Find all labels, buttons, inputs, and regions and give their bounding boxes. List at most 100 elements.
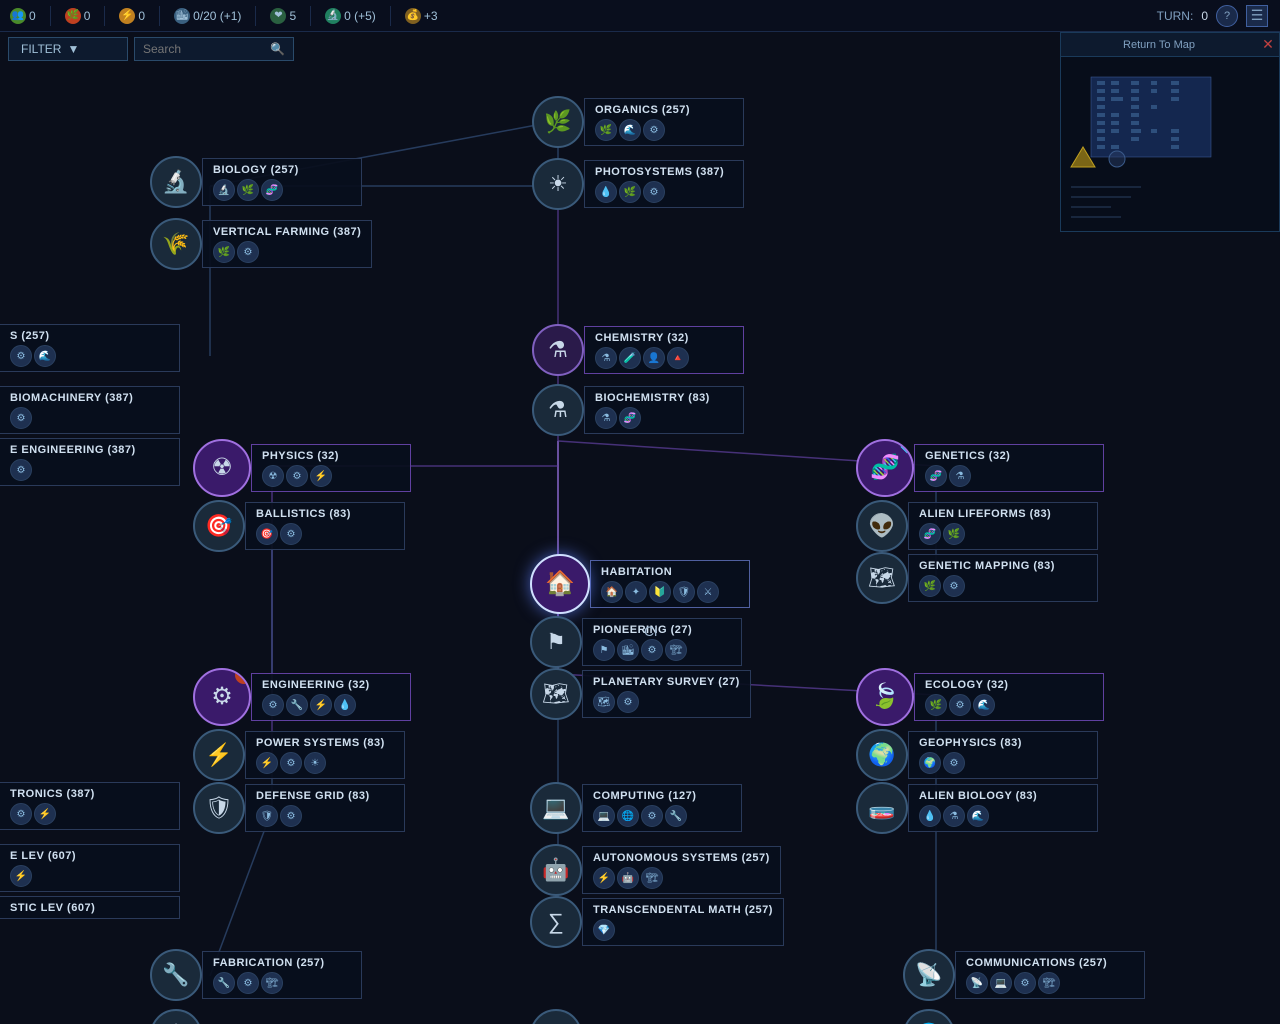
ballistics-icon: 🎯 [193, 500, 245, 552]
tech-pioneering[interactable]: ⚑ PIONEERING (27) ⚑ 🏙 ⚙ 🏗 [530, 616, 742, 668]
pioneering-title: PIONEERING (27) [593, 624, 731, 636]
left-node-s257[interactable]: S (257) ⚙ 🌊 [0, 324, 180, 372]
fabrication-sub-icons: 🔧 ⚙ 🏗 [213, 972, 351, 994]
alien-biology-title: ALIEN BIOLOGY (83) [919, 790, 1087, 802]
genetics-icon: 🧬 ◆ [856, 439, 914, 497]
defense-grid-title: DEFENSE GRID (83) [256, 790, 394, 802]
tech-photosystems[interactable]: ☀ PHOTOSYSTEMS (387) 💧 🌿 ⚙ [532, 158, 744, 210]
power-systems-label: POWER SYSTEMS (83) ⚡ ⚙ ☀ [245, 731, 405, 779]
tech-computing[interactable]: 💻 COMPUTING (127) 💻 🌐 ⚙ 🔧 [530, 782, 742, 834]
tech-biochemistry[interactable]: ⚗ BIOCHEMISTRY (83) ⚗ 🧬 [532, 384, 744, 436]
left-node-biomachinery[interactable]: BIOMACHINERY (387) ⚙ [0, 386, 180, 434]
tech-habitation[interactable]: 🏠 HABITATION 🏠 ✦ 🔰 🛡 ⚔ [530, 554, 750, 614]
autonomous-systems-title: AUTONOMOUS SYSTEMS (257) [593, 852, 770, 864]
photosystems-sub-icons: 💧 🌿 ⚙ [595, 181, 733, 203]
sub-icon: ⚡ [34, 803, 56, 825]
power-systems-icon: ⚡ [193, 729, 245, 781]
tech-ecology[interactable]: 🍃 ◆ ECOLOGY (32) 🌿 ⚙ 🌊 [856, 668, 1104, 726]
communications-label: COMMUNICATIONS (257) 📡 💻 ⚙ 🏗 [955, 951, 1145, 999]
ballistics-label: BALLISTICS (83) 🎯 ⚙ [245, 502, 405, 550]
physics-icon: ☢ [193, 439, 251, 497]
tech-alien-biology[interactable]: 🧫 ALIEN BIOLOGY (83) 💧 ⚗ 🌊 [856, 782, 1098, 834]
tech-alien-lifeforms[interactable]: 👽 ALIEN LIFEFORMS (83) 🧬 🌿 [856, 500, 1098, 552]
tech-organics[interactable]: 🌿 ORGANICS (257) 🌿 🌊 ⚙ [532, 96, 744, 148]
pop-value: 0 [29, 9, 36, 23]
influence-icon: 🏙 [174, 8, 190, 24]
resource-prod: ⚡ 0 [109, 8, 155, 24]
tech-civil-support[interactable]: 🏛 CIVIL SUPPORT (387) [150, 1009, 362, 1024]
menu-button[interactable]: ☰ [1246, 5, 1268, 27]
vertical-farming-sub-icons: 🌿 ⚙ [213, 241, 361, 263]
habitation-icon: 🏠 [530, 554, 590, 614]
search-input[interactable] [143, 42, 264, 56]
computing-title: COMPUTING (127) [593, 790, 731, 802]
top-bar: 👥 0 🌿 0 ⚡ 0 🏙 0/20 (+1) ❤ 5 🔬 0 (+5) 💰 +… [0, 0, 1280, 32]
tech-engineering[interactable]: ⚙ ▲ ENGINEERING (32) ⚙ 🔧 ⚡ 💧 [193, 668, 411, 726]
geophysics-sub-icons: 🌍 ⚙ [919, 752, 1087, 774]
resource-influence: 🏙 0/20 (+1) [164, 8, 251, 24]
autonomous-systems-sub-icons: ⚡ 🤖 🏗 [593, 867, 770, 889]
tech-biology[interactable]: 🔬 BIOLOGY (257) 🔬 🌿 🧬 [150, 156, 362, 208]
left-node-elev[interactable]: E LEV (607) ⚡ [0, 844, 180, 892]
minimap-close-button[interactable]: ✕ [1257, 33, 1279, 57]
alien-lifeforms-title: ALIEN LIFEFORMS (83) [919, 508, 1087, 520]
tech-geophysics[interactable]: 🌍 GEOPHYSICS (83) 🌍 ⚙ [856, 729, 1098, 781]
filter-chevron-icon: ▼ [67, 42, 79, 56]
ecology-badge: ◆ [900, 668, 914, 682]
tech-physics[interactable]: ☢ PHYSICS (32) ☢ ⚙ ⚡ [193, 439, 411, 497]
morale-icon: ❤ [270, 8, 286, 24]
defense-grid-sub-icons: 🛡 ⚙ [256, 805, 394, 827]
tech-fabrication[interactable]: 🔧 FABRICATION (257) 🔧 ⚙ 🏗 [150, 949, 362, 1001]
search-box[interactable]: 🔍 [134, 37, 294, 61]
transcendental-math-title: TRANSCENDENTAL MATH (257) [593, 904, 773, 916]
return-to-map-button[interactable]: Return To Map [1061, 33, 1257, 57]
science-value: 0 (+5) [344, 9, 376, 23]
tech-defense-grid[interactable]: 🛡 DEFENSE GRID (83) 🛡 ⚙ [193, 782, 405, 834]
planetary-survey-title: PLANETARY SURVEY (27) [593, 676, 740, 688]
geophysics-title: GEOPHYSICS (83) [919, 737, 1087, 749]
pioneering-label: PIONEERING (27) ⚑ 🏙 ⚙ 🏗 [582, 618, 742, 666]
tech-communications[interactable]: 📡 COMMUNICATIONS (257) 📡 💻 ⚙ 🏗 [903, 949, 1145, 1001]
physics-title: PHYSICS (32) [262, 450, 400, 462]
communications-icon: 📡 [903, 949, 955, 1001]
left-node-tronics[interactable]: TRONICS (387) ⚙ ⚡ [0, 782, 180, 830]
genetics-badge: ◆ [898, 439, 914, 455]
fabrication-icon: 🔧 [150, 949, 202, 1001]
help-button[interactable]: ? [1216, 5, 1238, 27]
left-node-eengineering[interactable]: E ENGINEERING (387) ⚙ [0, 438, 180, 486]
habitation-title: HABITATION [601, 566, 739, 578]
tech-orbital-networks[interactable]: 🌐 ORBITAL NETWORKS (387) [903, 1009, 1145, 1024]
tech-chemistry[interactable]: ⚗ CHEMISTRY (32) ⚗ 🧪 👤 🔺 [532, 324, 744, 376]
tech-planetary-survey[interactable]: 🗺 PLANETARY SURVEY (27) 🗺 ⚙ [530, 668, 751, 720]
minimap-content [1061, 57, 1279, 231]
tech-genetics[interactable]: 🧬 ◆ GENETICS (32) 🧬 ⚗ [856, 439, 1104, 497]
credits-value: +3 [424, 9, 438, 23]
left-node-sticlev[interactable]: STIC LEV (607) [0, 896, 180, 919]
filter-button[interactable]: FILTER ▼ [8, 37, 128, 61]
tech-transcendental-math[interactable]: ∑ TRANSCENDENTAL MATH (257) 💎 [530, 896, 784, 948]
tech-ballistics[interactable]: 🎯 BALLISTICS (83) 🎯 ⚙ [193, 500, 405, 552]
sub-icon: ⚙ [10, 345, 32, 367]
sub-icon: ⚙ [10, 803, 32, 825]
power-systems-sub-icons: ⚡ ⚙ ☀ [256, 752, 394, 774]
tech-power-systems[interactable]: ⚡ POWER SYSTEMS (83) ⚡ ⚙ ☀ [193, 729, 405, 781]
ballistics-sub-icons: 🎯 ⚙ [256, 523, 394, 545]
planetary-survey-icon: 🗺 [530, 668, 582, 720]
ecology-title: ECOLOGY (32) [925, 679, 1093, 691]
engineering-icon: ⚙ ▲ [193, 668, 251, 726]
engineering-title: ENGINEERING (32) [262, 679, 400, 691]
tech-vertical-farming[interactable]: 🌾 VERTICAL FARMING (387) 🌿 ⚙ [150, 218, 372, 270]
chemistry-sub-icons: ⚗ 🧪 👤 🔺 [595, 347, 733, 369]
autonomous-systems-icon: 🤖 [530, 844, 582, 896]
left-node-elev-icons: ⚡ [10, 865, 169, 887]
pioneering-sub-icons: ⚑ 🏙 ⚙ 🏗 [593, 639, 731, 661]
communications-sub-icons: 📡 💻 ⚙ 🏗 [966, 972, 1134, 994]
tech-artificial-intelligence[interactable]: 🧠 ARTIFICIAL INTELLIGENCE (257) [530, 1009, 792, 1024]
civil-support-icon: 🏛 [150, 1009, 202, 1024]
sub-icon: ⚙ [10, 459, 32, 481]
computing-sub-icons: 💻 🌐 ⚙ 🔧 [593, 805, 731, 827]
sub-icon: ⚡ [10, 865, 32, 887]
search-icon: 🔍 [270, 42, 285, 56]
tech-autonomous-systems[interactable]: 🤖 AUTONOMOUS SYSTEMS (257) ⚡ 🤖 🏗 [530, 844, 781, 896]
tech-genetic-mapping[interactable]: 🗺 GENETIC MAPPING (83) 🌿 ⚙ [856, 552, 1098, 604]
